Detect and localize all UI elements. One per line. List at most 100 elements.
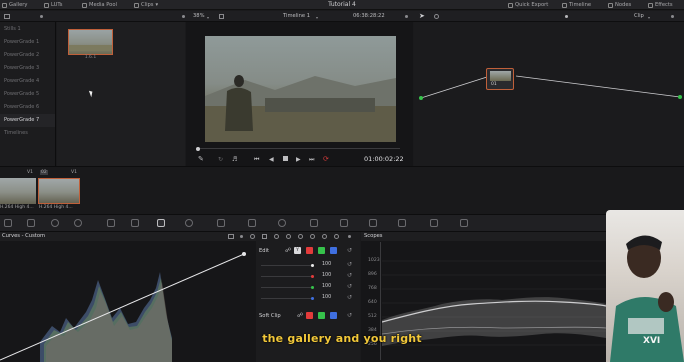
color-warper-icon[interactable]	[185, 219, 193, 227]
album-item-selected[interactable]: PowerGrade 7	[0, 114, 55, 127]
timeline-tab[interactable]: Timeline	[562, 1, 591, 9]
power-window-icon[interactable]	[248, 219, 256, 227]
album-item[interactable]: PowerGrade 2	[0, 49, 55, 62]
sizing-icon[interactable]	[398, 219, 406, 227]
album-item[interactable]: Timelines	[0, 127, 55, 140]
album-item[interactable]: PowerGrade 5	[0, 88, 55, 101]
clips-tab[interactable]: Clips ▾	[134, 1, 158, 9]
color-match-icon[interactable]	[27, 219, 35, 227]
viewer-image[interactable]	[205, 36, 396, 142]
reset-icon[interactable]: ↺	[347, 272, 352, 279]
blur-icon[interactable]	[340, 219, 348, 227]
still-ground	[69, 45, 112, 51]
album-item[interactable]: PowerGrade 3	[0, 62, 55, 75]
tracker-icon[interactable]	[278, 219, 286, 227]
curves-expand-icon[interactable]	[228, 234, 234, 239]
curve-mode-icon[interactable]	[286, 234, 291, 239]
scopes-icon[interactable]	[460, 219, 468, 227]
options-dot-icon[interactable]	[405, 15, 408, 18]
channel-slider[interactable]	[261, 287, 311, 288]
options-dot-icon[interactable]	[565, 15, 568, 18]
reset-icon[interactable]: ↺	[347, 312, 352, 319]
still-thumbnail[interactable]	[68, 29, 113, 55]
options-dot-icon[interactable]	[40, 15, 43, 18]
clip-thumbnail-selected[interactable]	[38, 178, 80, 204]
timeline-name[interactable]: Timeline 1	[283, 11, 310, 22]
channel-value[interactable]: 100	[322, 273, 331, 278]
viewer-mode-icon[interactable]	[219, 14, 224, 19]
curve-mode-icon[interactable]	[334, 234, 339, 239]
key-icon[interactable]	[369, 219, 377, 227]
scrub-bar[interactable]	[200, 148, 400, 149]
album-item[interactable]: PowerGrade 4	[0, 75, 55, 88]
brush-icon[interactable]: ✎	[198, 155, 204, 163]
volume-icon[interactable]: ♬	[232, 156, 237, 163]
hdr-icon[interactable]	[131, 219, 139, 227]
album-item[interactable]: PowerGrade 1	[0, 36, 55, 49]
link-icon[interactable]: ☍	[285, 247, 291, 254]
quick-export-button[interactable]: Quick Export	[508, 1, 548, 9]
luts-tab[interactable]: LUTs	[44, 1, 62, 9]
curve-point-white[interactable]	[242, 252, 246, 256]
clip-thumbnail[interactable]	[0, 178, 36, 204]
color-wheels-icon[interactable]	[51, 219, 59, 227]
reset-icon[interactable]	[250, 234, 255, 239]
reset-icon[interactable]: ↺	[347, 283, 352, 290]
3d-icon[interactable]	[430, 219, 438, 227]
zoom-level[interactable]: 38%	[193, 11, 205, 22]
red-channel-toggle[interactable]	[306, 247, 313, 254]
soft-clip-label: Soft Clip	[259, 313, 281, 319]
pointer-icon[interactable]: ➤	[419, 12, 425, 20]
magic-mask-icon[interactable]	[310, 219, 318, 227]
play-icon[interactable]: ▶	[296, 156, 301, 163]
gallery-tab[interactable]: Gallery	[2, 1, 27, 9]
channel-slider[interactable]	[261, 265, 311, 266]
soft-clip-blue-toggle[interactable]	[330, 312, 337, 319]
channel-value[interactable]: 100	[322, 284, 331, 289]
blue-channel-toggle[interactable]	[330, 247, 337, 254]
options-dot-icon[interactable]	[348, 235, 351, 238]
loop-playback-icon[interactable]: ⟳	[323, 155, 329, 163]
node-mode-select[interactable]: Clip	[634, 11, 644, 22]
green-channel-toggle[interactable]	[318, 247, 325, 254]
curve-mode-icon[interactable]	[310, 234, 315, 239]
reset-icon[interactable]: ↺	[347, 247, 352, 254]
prev-frame-icon[interactable]: ◀	[269, 156, 274, 163]
reset-icon[interactable]: ↺	[347, 261, 352, 268]
last-frame-icon[interactable]: ⏭	[309, 156, 314, 164]
loop-icon[interactable]: ↻	[218, 156, 223, 163]
options-dot-icon[interactable]	[671, 15, 674, 18]
reset-icon[interactable]: ↺	[347, 294, 352, 301]
camera-raw-icon[interactable]	[4, 219, 12, 227]
effects-tab[interactable]: Effects	[648, 1, 673, 9]
channel-value[interactable]: 100	[322, 295, 331, 300]
hand-tool-icon[interactable]	[434, 14, 439, 19]
curve-mode-icon[interactable]	[298, 234, 303, 239]
grid-view-icon[interactable]	[4, 14, 10, 19]
first-frame-icon[interactable]: ⏮	[254, 156, 259, 164]
input-node-dot[interactable]	[419, 96, 423, 100]
y-channel-toggle[interactable]: Y	[294, 247, 301, 254]
link-icon[interactable]: ☍	[297, 312, 303, 319]
channel-slider[interactable]	[261, 298, 311, 299]
curve-mode-icon[interactable]	[274, 234, 279, 239]
channel-value[interactable]: 100	[322, 262, 331, 267]
stop-icon[interactable]	[283, 156, 288, 161]
media-pool-tab[interactable]: Media Pool	[82, 1, 117, 9]
album-item[interactable]: Stills 1	[0, 23, 55, 36]
motion-effects-icon[interactable]	[107, 219, 115, 227]
options-dot-icon[interactable]	[182, 15, 185, 18]
curves-icon[interactable]	[157, 219, 165, 227]
soft-clip-red-toggle[interactable]	[306, 312, 313, 319]
qualifier-icon[interactable]	[217, 219, 225, 227]
soft-clip-green-toggle[interactable]	[318, 312, 325, 319]
node-01[interactable]: 01	[486, 68, 514, 90]
nodes-tab[interactable]: Nodes	[608, 1, 631, 9]
curve-mode-icon[interactable]	[262, 234, 267, 239]
options-dot-icon[interactable]	[240, 235, 243, 238]
output-node-dot[interactable]	[678, 95, 682, 99]
curve-mode-icon[interactable]	[322, 234, 327, 239]
album-item[interactable]: PowerGrade 6	[0, 101, 55, 114]
channel-slider[interactable]	[261, 276, 311, 277]
rgb-mixer-icon[interactable]	[74, 219, 82, 227]
